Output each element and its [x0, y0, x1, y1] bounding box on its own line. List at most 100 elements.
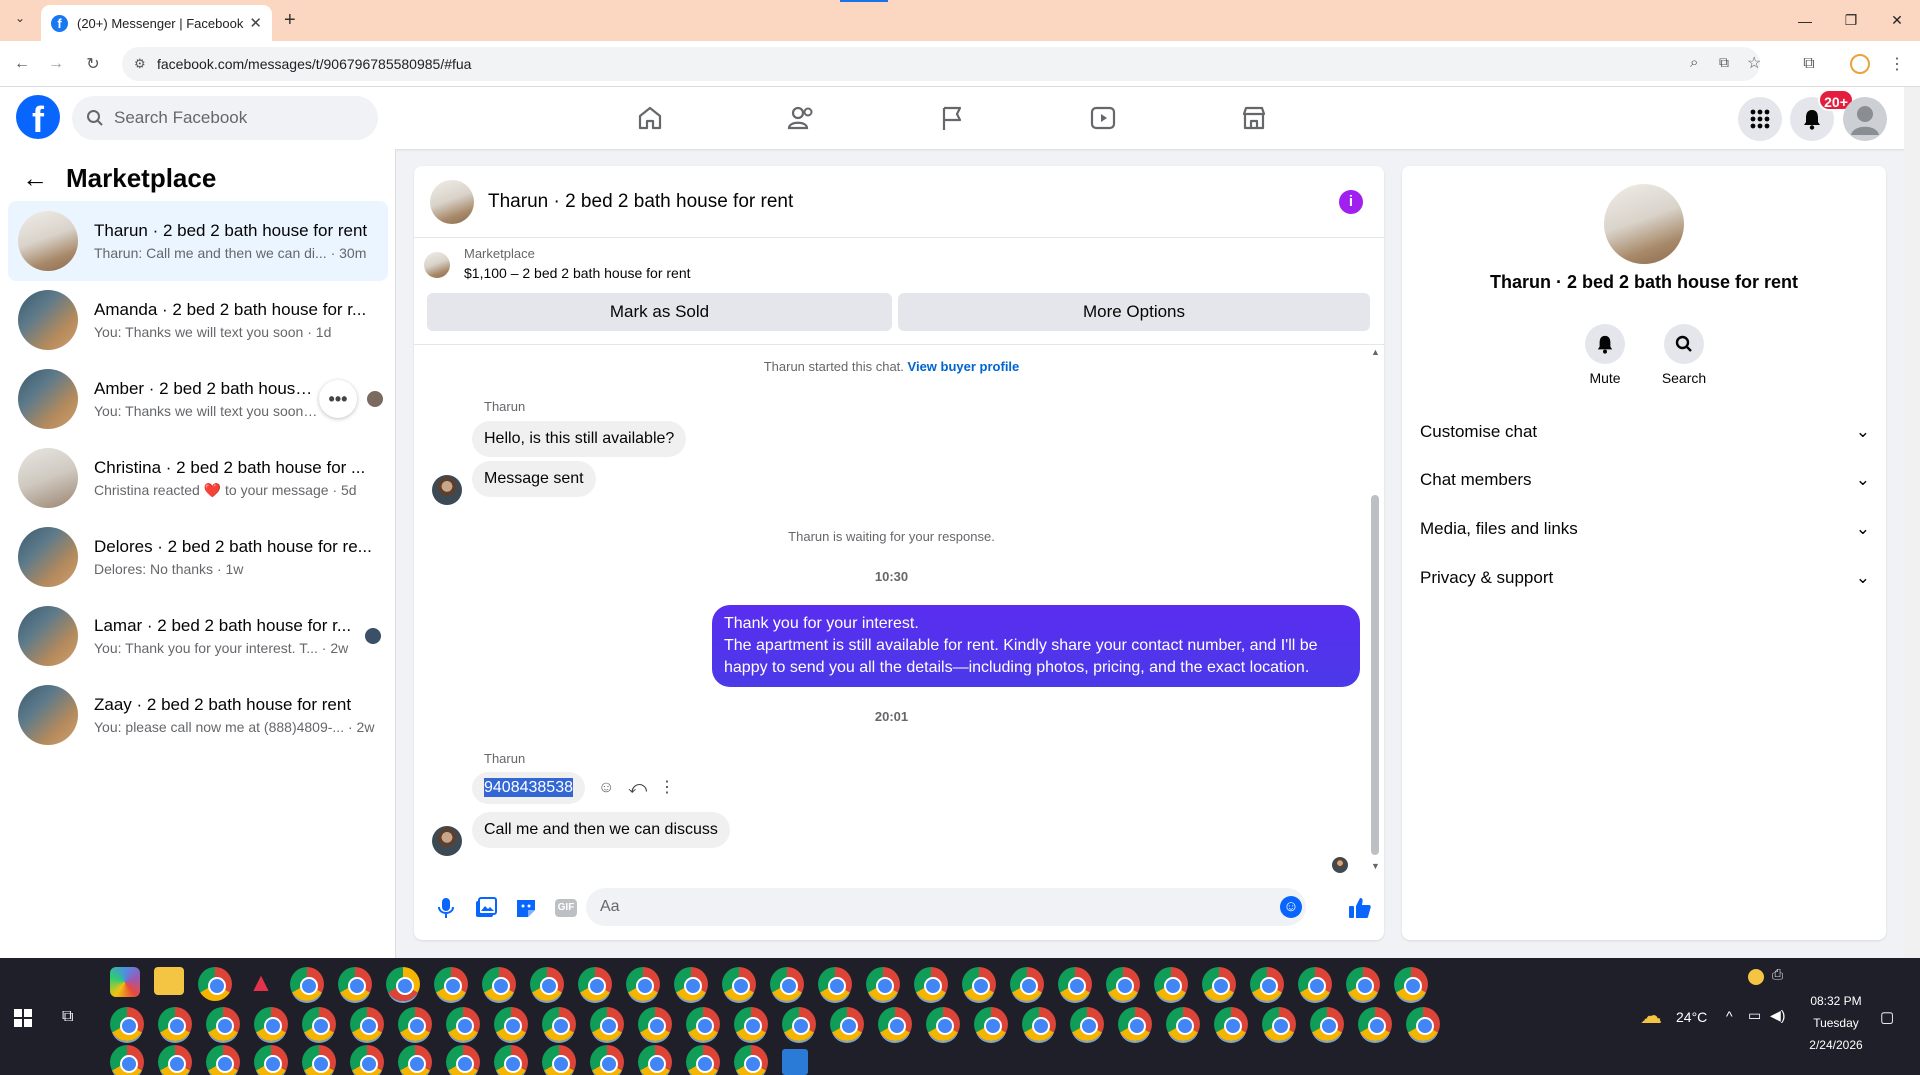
- message-composer[interactable]: ☺: [586, 888, 1306, 926]
- notification-center-icon[interactable]: ▢: [1880, 1008, 1894, 1026]
- search-conversation-button[interactable]: Search: [1649, 324, 1719, 386]
- chrome-icon[interactable]: [1202, 967, 1236, 1001]
- chrome-icon[interactable]: [578, 967, 612, 1001]
- chrome-icon[interactable]: [494, 1007, 528, 1041]
- chrome-icon[interactable]: [1214, 1007, 1248, 1041]
- chrome-icon[interactable]: [830, 1007, 864, 1041]
- zoom-icon[interactable]: ⌕: [1690, 54, 1698, 71]
- chrome-icon[interactable]: [1166, 1007, 1200, 1041]
- chrome-icon[interactable]: [290, 967, 324, 1001]
- incoming-message[interactable]: Hello, is this still available?: [472, 421, 687, 457]
- tray-overflow-icon[interactable]: ^: [1726, 1008, 1733, 1024]
- chrome-icon[interactable]: [494, 1045, 528, 1075]
- chrome-icon[interactable]: [158, 1007, 192, 1041]
- reply-icon[interactable]: ⤺: [628, 777, 647, 798]
- menu-grid-icon[interactable]: [1738, 97, 1782, 141]
- chrome-icon[interactable]: [254, 1007, 288, 1041]
- sticker-icon[interactable]: [514, 896, 538, 920]
- chrome-icon[interactable]: [1058, 967, 1092, 1001]
- conversation-item[interactable]: Amanda · 2 bed 2 bath house for r... You…: [8, 280, 388, 360]
- outgoing-message[interactable]: Thank you for your interest. The apartme…: [712, 605, 1360, 687]
- extensions-icon[interactable]: ⧉: [1798, 53, 1820, 75]
- chrome-icon[interactable]: [782, 1007, 816, 1041]
- task-view-icon[interactable]: ⧉: [62, 1008, 73, 1026]
- back-arrow-icon[interactable]: ←: [22, 163, 48, 194]
- profile-icon[interactable]: [1850, 54, 1870, 74]
- chat-avatar[interactable]: [430, 179, 474, 224]
- chrome-icon[interactable]: [1394, 967, 1428, 1001]
- chrome-icon[interactable]: [1070, 1007, 1104, 1041]
- info-icon[interactable]: i: [1339, 190, 1363, 214]
- scroll-down-icon[interactable]: ▼: [1371, 861, 1380, 871]
- chrome-icon[interactable]: [1346, 967, 1380, 1001]
- message-more-icon[interactable]: ⋮: [659, 777, 675, 797]
- new-tab-icon[interactable]: +: [284, 9, 296, 32]
- customise-chat-section[interactable]: Customise chat ⌄: [1420, 410, 1870, 454]
- bookmark-star-icon[interactable]: ☆: [1747, 53, 1761, 73]
- chrome-icon[interactable]: [206, 1045, 240, 1075]
- incoming-message[interactable]: Call me and then we can discuss: [472, 812, 730, 848]
- chrome-icon[interactable]: [1358, 1007, 1392, 1041]
- chrome-icon[interactable]: [818, 967, 852, 1001]
- selected-phone-number[interactable]: 9408438538: [484, 778, 573, 797]
- facebook-search[interactable]: [72, 96, 378, 140]
- forward-icon[interactable]: →: [45, 53, 67, 75]
- chrome-icon[interactable]: [974, 1007, 1008, 1041]
- minimize-icon[interactable]: —: [1782, 0, 1828, 41]
- search-input[interactable]: [114, 108, 344, 128]
- conversation-item[interactable]: Zaay · 2 bed 2 bath house for rent You: …: [8, 675, 388, 755]
- chrome-icon[interactable]: [686, 1045, 720, 1075]
- chrome-icon[interactable]: [638, 1007, 672, 1041]
- chrome-icon[interactable]: [530, 967, 564, 1001]
- chrome-icon[interactable]: [590, 1045, 624, 1075]
- chrome-icon[interactable]: [926, 1007, 960, 1041]
- close-tab-icon[interactable]: ✕: [249, 14, 262, 32]
- tray-device-icon[interactable]: ⎙: [1772, 966, 1783, 983]
- chrome-icon[interactable]: [158, 1045, 192, 1075]
- pages-flag-icon[interactable]: [935, 101, 969, 135]
- view-buyer-profile-link[interactable]: View buyer profile: [908, 359, 1020, 374]
- conversation-item[interactable]: Tharun · 2 bed 2 bath house for rent Tha…: [8, 201, 388, 281]
- browser-tab-active[interactable]: f (20+) Messenger | Facebook ✕: [41, 5, 272, 41]
- windows-start-icon[interactable]: [14, 1009, 32, 1027]
- chat-members-section[interactable]: Chat members ⌄: [1420, 458, 1870, 502]
- media-files-links-section[interactable]: Media, files and links ⌄: [1420, 507, 1870, 551]
- close-window-icon[interactable]: ✕: [1874, 0, 1920, 41]
- chrome-icon[interactable]: [302, 1045, 336, 1075]
- video-icon[interactable]: [1086, 101, 1120, 135]
- chrome-icon[interactable]: [734, 1007, 768, 1041]
- address-bar[interactable]: ⚙ facebook.com/messages/t/90679678558098…: [122, 47, 1761, 81]
- chrome-icon[interactable]: [914, 967, 948, 1001]
- tray-app-icon[interactable]: [1748, 969, 1764, 985]
- conversation-item[interactable]: Lamar · 2 bed 2 bath house for r... You:…: [8, 596, 388, 676]
- chrome-icon[interactable]: [1106, 967, 1140, 1001]
- photo-icon[interactable]: [474, 896, 498, 920]
- volume-icon[interactable]: ◀): [1770, 1007, 1785, 1024]
- copilot-icon[interactable]: [110, 967, 140, 997]
- chrome-icon[interactable]: [1298, 967, 1332, 1001]
- chrome-icon[interactable]: [542, 1007, 576, 1041]
- chrome-icon[interactable]: [482, 967, 516, 1001]
- chrome-icon[interactable]: [446, 1045, 480, 1075]
- chrome-icon-active[interactable]: [386, 967, 420, 1001]
- chrome-icon[interactable]: [434, 967, 468, 1001]
- react-emoji-icon[interactable]: ☺: [598, 779, 614, 797]
- scroll-up-icon[interactable]: ▲: [1371, 347, 1380, 357]
- chrome-icon[interactable]: [734, 1045, 768, 1075]
- chrome-icon[interactable]: [626, 967, 660, 1001]
- restore-icon[interactable]: ❐: [1828, 0, 1874, 41]
- thumbs-up-icon[interactable]: [1348, 896, 1372, 920]
- voice-clip-icon[interactable]: [434, 896, 458, 920]
- site-info-icon[interactable]: ⚙: [134, 56, 146, 72]
- chrome-icon[interactable]: [110, 1007, 144, 1041]
- conversation-item[interactable]: Delores · 2 bed 2 bath house for re... D…: [8, 517, 388, 597]
- chrome-icon[interactable]: [1154, 967, 1188, 1001]
- chrome-icon[interactable]: [1022, 1007, 1056, 1041]
- page-scrollbar[interactable]: [1904, 87, 1920, 958]
- conversation-item[interactable]: Amber · 2 bed 2 bath house for You: Than…: [8, 359, 388, 439]
- emoji-icon[interactable]: ☺: [1280, 896, 1302, 918]
- home-icon[interactable]: [633, 101, 667, 135]
- chrome-icon[interactable]: [878, 1007, 912, 1041]
- chrome-icon[interactable]: [638, 1045, 672, 1075]
- conversation-item[interactable]: Christina · 2 bed 2 bath house for ... C…: [8, 438, 388, 518]
